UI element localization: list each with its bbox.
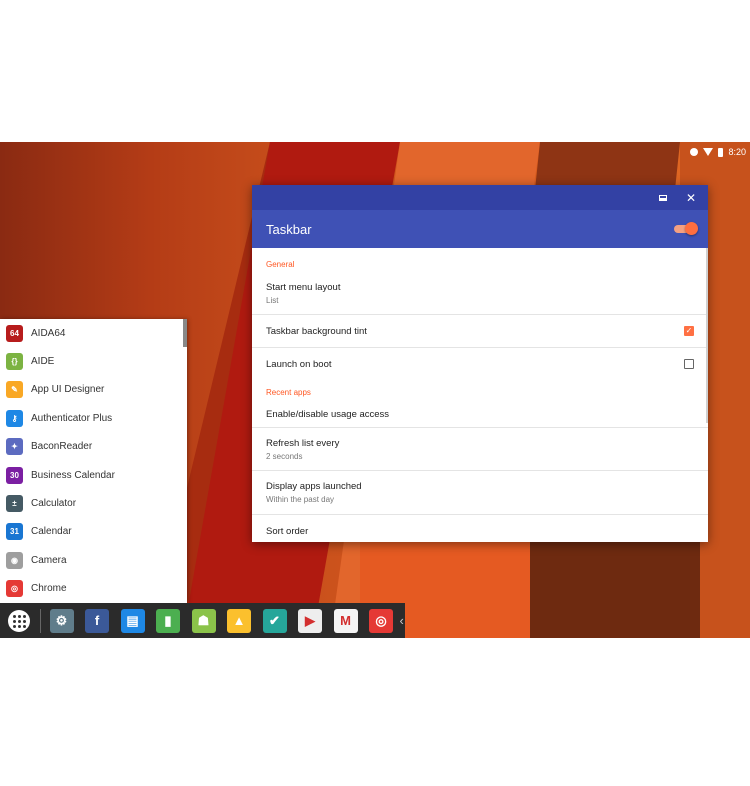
taskbar-app-button[interactable]: ▤ bbox=[118, 606, 148, 636]
clock: 8:20 bbox=[728, 147, 746, 157]
app-label: App UI Designer bbox=[31, 384, 105, 396]
app-title: Taskbar bbox=[266, 221, 312, 237]
setting-subtitle: 2 seconds bbox=[266, 451, 303, 461]
app-list: 64 AIDA64 {} AIDE ✎ App UI Designer ⚷ Authentic… bbox=[0, 319, 187, 603]
app-label: Authenticator Plus bbox=[31, 412, 113, 424]
minimize-icon bbox=[659, 194, 667, 201]
google-drive-icon: ▲ bbox=[227, 608, 251, 633]
setting-title: Sort order bbox=[266, 525, 309, 537]
setting-title: Taskbar background tint bbox=[266, 325, 367, 337]
wifi-icon bbox=[703, 148, 714, 156]
taskbar-enable-toggle[interactable] bbox=[674, 222, 698, 235]
business-calendar-icon: 30 bbox=[6, 466, 23, 484]
start-menu-item[interactable]: ◎ Chrome bbox=[0, 575, 187, 603]
baconreader-icon: ✦ bbox=[6, 438, 23, 456]
status-bar: 8:20 bbox=[690, 144, 746, 160]
app-label: Calendar bbox=[31, 526, 72, 538]
setting-subtitle: List bbox=[266, 296, 279, 305]
setting-usage-access[interactable]: Enable/disable usage access bbox=[252, 401, 708, 428]
settings-gear-icon: ⚙ bbox=[49, 608, 74, 633]
start-menu-item[interactable]: {} AIDE bbox=[0, 347, 187, 375]
app-label: Business Calendar bbox=[31, 469, 115, 481]
taskbar-settings-window: ✕ Taskbar General Start menu layout List… bbox=[252, 185, 708, 542]
start-menu-item[interactable]: ✦ BaconReader bbox=[0, 433, 187, 461]
battery-icon bbox=[718, 147, 724, 157]
chrome-icon: ◎ bbox=[369, 608, 393, 633]
gmail-icon: M bbox=[333, 608, 358, 633]
aida64-icon: 64 bbox=[6, 324, 23, 342]
start-button[interactable] bbox=[4, 606, 34, 636]
window-titlebar[interactable]: ✕ bbox=[252, 185, 708, 210]
chrome-icon: ◎ bbox=[6, 580, 23, 598]
setting-launch-on-boot[interactable]: Launch on boot bbox=[252, 348, 708, 380]
settings-list[interactable]: General Start menu layout List Taskbar b… bbox=[252, 248, 708, 542]
toggle-thumb bbox=[685, 222, 698, 235]
start-menu-item[interactable]: ± Calculator bbox=[0, 489, 187, 517]
setting-title: Enable/disable usage access bbox=[266, 408, 390, 420]
taskbar-app-button[interactable]: ⚙ bbox=[47, 606, 77, 636]
calendar-icon: 31 bbox=[6, 523, 23, 541]
app-ui-designer-icon: ✎ bbox=[6, 381, 23, 399]
taskbar-app-button[interactable]: f bbox=[82, 606, 112, 636]
setting-taskbar-background-tint[interactable]: Taskbar background tint ✓ bbox=[252, 315, 708, 348]
app-label: BaconReader bbox=[31, 441, 93, 453]
setting-refresh-list[interactable]: Refresh list every 2 seconds bbox=[252, 428, 708, 471]
pushbullet-icon: ▮ bbox=[156, 608, 180, 633]
setting-display-apps-launched[interactable]: Display apps launched Within the past da… bbox=[252, 471, 708, 515]
close-window-button[interactable]: ✕ bbox=[684, 191, 698, 205]
setting-sort-order[interactable]: Sort order bbox=[252, 515, 708, 542]
collapse-arrow-icon[interactable]: ‹ bbox=[400, 613, 404, 628]
play-store-icon: ▶ bbox=[298, 608, 322, 633]
app-label: Calculator bbox=[31, 498, 77, 510]
start-menu: 64 AIDA64 {} AIDE ✎ App UI Designer ⚷ Authentic… bbox=[0, 319, 187, 603]
facebook-icon: f bbox=[85, 608, 109, 633]
minimize-window-button[interactable] bbox=[656, 191, 670, 205]
setting-title: Display apps launched bbox=[266, 481, 362, 492]
setting-subtitle: Within the past day bbox=[266, 495, 335, 504]
setting-start-menu-layout[interactable]: Start menu layout List bbox=[252, 273, 708, 315]
tint-checkbox[interactable]: ✓ bbox=[684, 326, 694, 336]
authenticator-plus-icon: ⚷ bbox=[6, 409, 23, 427]
launch-on-boot-checkbox[interactable] bbox=[684, 359, 694, 369]
taskbar-app-button[interactable]: ✔ bbox=[260, 606, 290, 636]
start-menu-item[interactable]: ◉ Camera bbox=[0, 546, 187, 574]
close-icon: ✕ bbox=[685, 190, 697, 205]
app-label: Camera bbox=[31, 554, 67, 566]
app-label: AIDA64 bbox=[31, 327, 66, 339]
section-header-general: General bbox=[266, 260, 295, 269]
app-drawer-icon bbox=[8, 609, 30, 632]
start-menu-item[interactable]: 31 Calendar bbox=[0, 518, 187, 546]
start-menu-scrollbar[interactable] bbox=[183, 319, 187, 347]
section-header-recent-apps: Recent apps bbox=[266, 388, 311, 397]
taskbar-divider bbox=[39, 608, 41, 633]
app-bar: Taskbar bbox=[252, 210, 708, 248]
taskbar-app-button[interactable]: ▲ bbox=[224, 606, 254, 636]
start-menu-item[interactable]: ⚷ Authenticator Plus bbox=[0, 404, 187, 432]
taskbar-app-button[interactable]: M bbox=[331, 606, 361, 636]
taskbar-pinned-apps: ⚙ f ▤ ▮ ☗ ▲ ✔ ▶ M ◎ bbox=[47, 606, 402, 636]
taskbar-app-button[interactable]: ☗ bbox=[189, 606, 219, 636]
start-menu-item[interactable]: 64 AIDA64 bbox=[0, 319, 187, 347]
settings-scrollbar[interactable] bbox=[706, 248, 708, 423]
do-not-disturb-icon bbox=[690, 148, 699, 156]
taskbar-app-button[interactable]: ◎ bbox=[366, 606, 396, 636]
android-icon: ☗ bbox=[191, 608, 216, 633]
aide-icon: {} bbox=[6, 353, 23, 371]
app-label: AIDE bbox=[31, 356, 55, 368]
start-menu-item[interactable]: 30 Business Calendar bbox=[0, 461, 187, 489]
setting-title: Refresh list every bbox=[266, 437, 340, 449]
start-menu-item[interactable]: ✎ App UI Designer bbox=[0, 376, 187, 404]
app-label: Chrome bbox=[31, 583, 67, 595]
camera-icon: ◉ bbox=[6, 551, 23, 569]
taskbar: ⚙ f ▤ ▮ ☗ ▲ ✔ ▶ M ◎ ‹ bbox=[0, 603, 405, 638]
calculator-icon: ± bbox=[6, 495, 23, 513]
setting-title: Launch on boot bbox=[266, 358, 332, 370]
taskbar-app-button[interactable]: ▮ bbox=[153, 606, 183, 636]
taskbar-app-button[interactable]: ▶ bbox=[295, 606, 325, 636]
setting-title: Start menu layout bbox=[266, 282, 341, 293]
checkmark-app-icon: ✔ bbox=[262, 608, 287, 633]
files-icon: ▤ bbox=[120, 608, 145, 633]
